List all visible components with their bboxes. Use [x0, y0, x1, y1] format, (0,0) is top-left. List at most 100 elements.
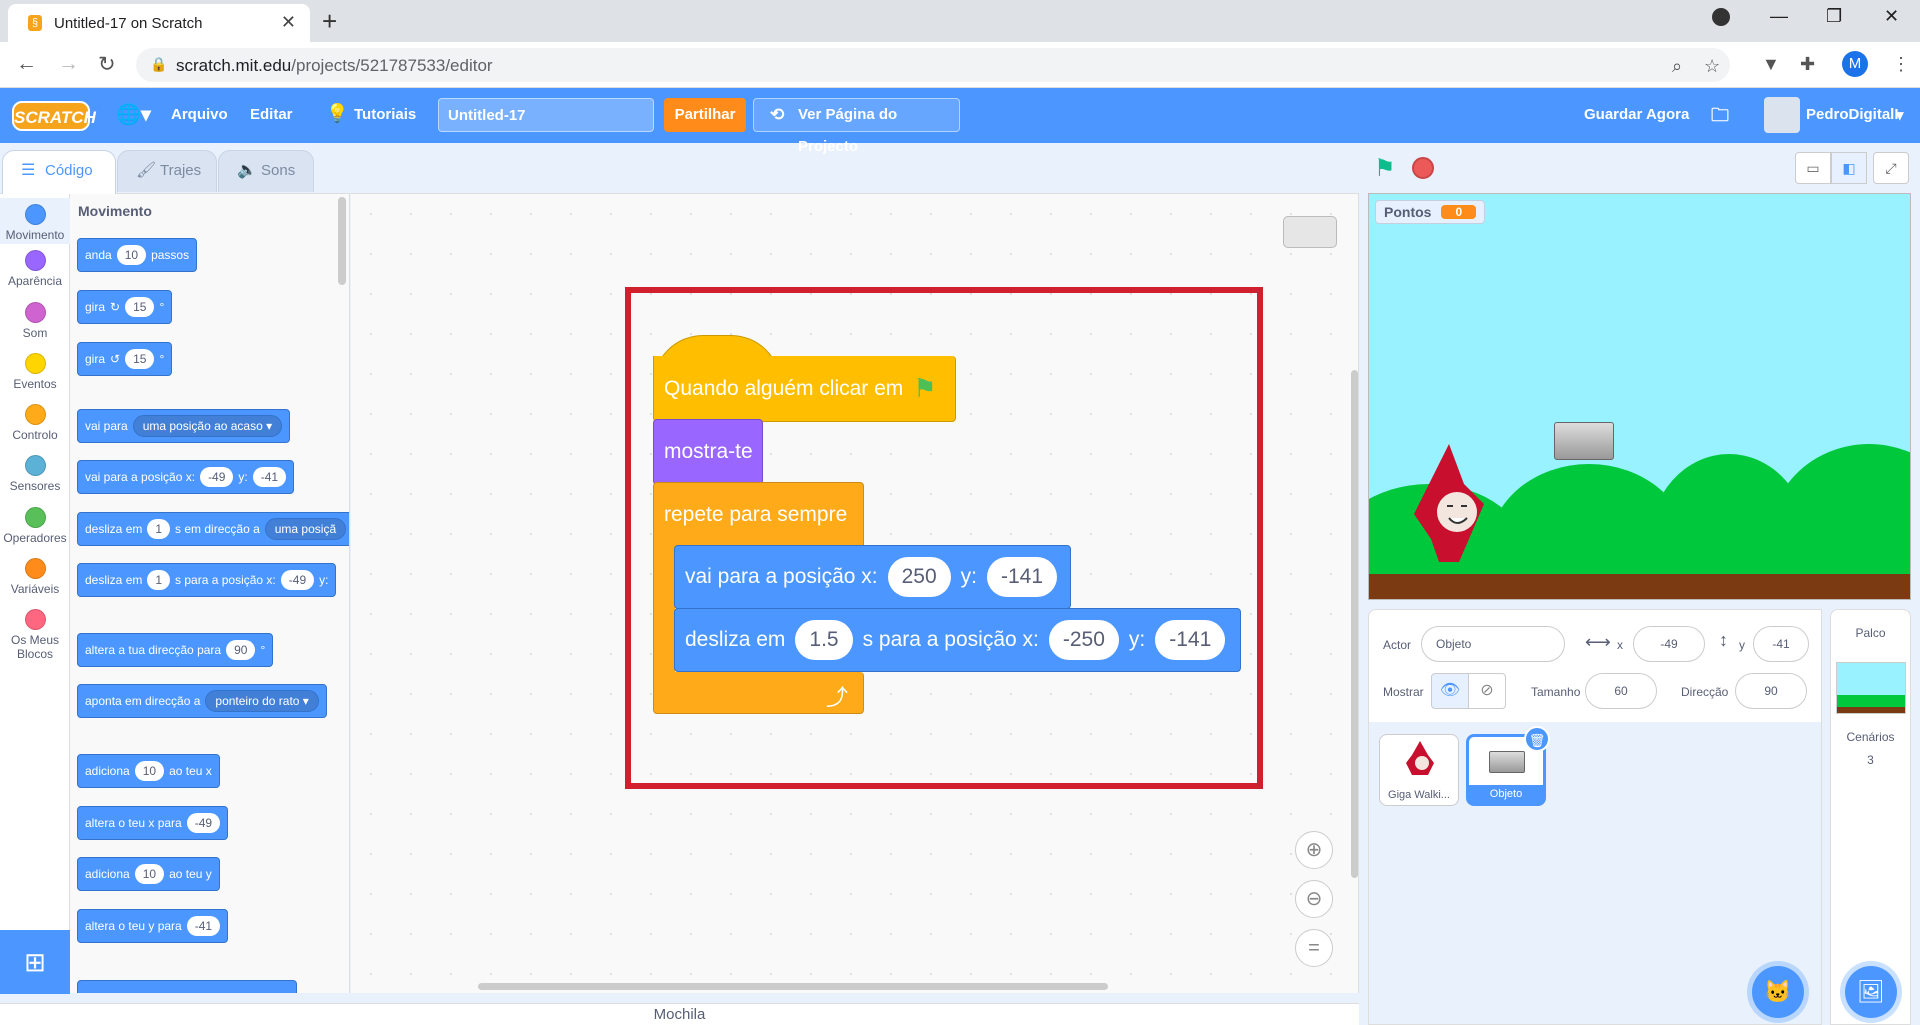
palette-block-glide-xy[interactable]: desliza em 1 s para a posição x: -49 y:	[77, 563, 337, 597]
category-operators[interactable]: Operadores	[0, 507, 70, 545]
palette-block-change-x[interactable]: adiciona 10 ao teu x	[77, 754, 220, 788]
close-window-icon[interactable]: ✕	[1884, 6, 1899, 27]
when-flag-clicked-block[interactable]: Quando alguém clicar em ⚑	[653, 356, 956, 422]
block-input[interactable]: 90	[226, 640, 256, 660]
forward-icon[interactable]: →	[58, 52, 79, 76]
tab-costumes[interactable]: 🖌 Trajes	[117, 150, 217, 192]
category-looks[interactable]: Aparência	[0, 250, 70, 288]
add-extension-button[interactable]: ⊞	[0, 930, 70, 994]
stage-selector[interactable]: Palco Cenários 3	[1830, 609, 1911, 1025]
palette-block-point-direction[interactable]: altera a tua direcção para 90 °	[77, 633, 274, 667]
block-input[interactable]: -41	[252, 467, 287, 487]
close-tab-icon[interactable]: ✕	[281, 12, 296, 33]
y-input[interactable]: -141	[1155, 620, 1226, 660]
variable-monitor[interactable]: Pontos 0	[1375, 200, 1486, 224]
menu-edit[interactable]: Editar	[250, 106, 293, 123]
palette-block-goto-xy[interactable]: vai para a posição x: -49 y: -41	[77, 460, 295, 494]
user-avatar[interactable]	[1764, 97, 1800, 133]
forever-block[interactable]: repete para sempre	[653, 482, 864, 548]
user-menu-caret-icon[interactable]: ▾	[1896, 106, 1904, 124]
extension-icon[interactable]: ▼	[1762, 54, 1780, 75]
block-input[interactable]: 10	[134, 761, 165, 781]
block-input[interactable]: 15	[125, 297, 155, 317]
browser-tab[interactable]: § Untitled-17 on Scratch ✕	[8, 4, 310, 42]
media-icon[interactable]	[1712, 8, 1730, 26]
menu-file[interactable]: Arquivo	[171, 106, 228, 123]
my-stuff-folder-icon[interactable]: 🗀	[1711, 103, 1729, 133]
category-events[interactable]: Eventos	[0, 353, 70, 391]
workspace-hscrollbar[interactable]	[478, 983, 1108, 990]
show-sprite-button[interactable]: 👁	[1431, 673, 1469, 709]
palette-block-move[interactable]: anda 10 passos	[77, 238, 198, 272]
glide-to-xy-block[interactable]: desliza em 1.5 s para a posição x: -250 …	[674, 608, 1241, 672]
palette-block-set-x[interactable]: altera o teu x para -49	[77, 806, 229, 840]
x-input[interactable]: 250	[887, 557, 951, 597]
y-input[interactable]: -141	[987, 557, 1058, 597]
normal-stage-button[interactable]: ◧	[1831, 152, 1867, 184]
show-block[interactable]: mostra-te	[653, 419, 763, 485]
x-input[interactable]: -250	[1048, 620, 1119, 660]
choose-backdrop-button[interactable]: 🖼	[1845, 966, 1897, 1018]
bookmark-star-icon[interactable]: ☆	[1704, 56, 1720, 77]
reload-icon[interactable]: ↻	[98, 52, 116, 77]
block-dropdown[interactable]: uma posiçã	[264, 518, 347, 540]
block-input[interactable]: -49	[186, 813, 221, 833]
zoom-reset-button[interactable]: =	[1295, 929, 1333, 967]
language-globe-icon[interactable]: 🌐▾	[116, 102, 151, 127]
category-sound[interactable]: Som	[0, 302, 70, 340]
tab-sounds[interactable]: 🔈 Sons	[218, 150, 314, 192]
save-now-button[interactable]: Guardar Agora	[1584, 106, 1689, 123]
back-icon[interactable]: ←	[16, 52, 37, 76]
direction-input[interactable]: 90	[1735, 673, 1807, 709]
giga-sprite[interactable]	[1409, 444, 1489, 564]
palette-block-point-towards[interactable]: aponta em direcção a ponteiro do rato ▾	[77, 684, 327, 718]
address-bar[interactable]: 🔒 scratch.mit.edu/projects/521787533/edi…	[136, 48, 1730, 82]
seconds-input[interactable]: 1.5	[795, 620, 853, 660]
palette-block-glide-random[interactable]: desliza em 1 s em direcção a uma posiçã	[77, 512, 349, 546]
profile-avatar[interactable]: M	[1842, 51, 1868, 77]
zoom-icon[interactable]: ⌕	[1672, 56, 1682, 77]
see-project-page-button[interactable]: ⟲ Ver Página do Projecto	[753, 98, 960, 155]
sprite-thumb[interactable]: Giga Walki...	[1379, 734, 1459, 806]
palette-block-change-y[interactable]: adiciona 10 ao teu y	[77, 857, 220, 891]
category-motion[interactable]: Movimento	[0, 198, 70, 244]
goto-xy-block[interactable]: vai para a posição x: 250 y: -141	[674, 545, 1071, 609]
more-menu-icon[interactable]: ⋮	[1892, 54, 1910, 75]
object-sprite[interactable]	[1554, 422, 1614, 460]
zoom-out-button[interactable]: ⊖	[1295, 880, 1333, 918]
block-input[interactable]: -41	[186, 916, 221, 936]
block-input[interactable]: -49	[200, 467, 234, 487]
choose-sprite-button[interactable]: 🐱	[1752, 966, 1804, 1018]
block-dropdown[interactable]: ponteiro do rato ▾	[205, 690, 319, 712]
project-title-input[interactable]: Untitled-17	[438, 98, 654, 132]
puzzle-icon[interactable]: ✚	[1800, 54, 1815, 75]
new-tab-icon[interactable]: +	[322, 6, 337, 37]
category-variables[interactable]: Variáveis	[0, 558, 70, 596]
x-input[interactable]: -49	[1633, 626, 1705, 662]
sprite-name-input[interactable]: Objeto	[1421, 626, 1565, 662]
block-input[interactable]: 10	[134, 864, 165, 884]
size-input[interactable]: 60	[1585, 673, 1657, 709]
fullscreen-button[interactable]: ⤢	[1873, 152, 1909, 184]
stop-button[interactable]	[1412, 157, 1434, 179]
block-input[interactable]: 1	[147, 570, 171, 590]
y-input[interactable]: -41	[1753, 626, 1809, 662]
palette-block-set-y[interactable]: altera o teu y para -41	[77, 909, 229, 943]
workspace-vscrollbar[interactable]	[1351, 370, 1358, 878]
block-input[interactable]: 10	[116, 245, 147, 265]
minimize-icon[interactable]: —	[1770, 6, 1788, 27]
delete-sprite-button[interactable]: 🗑	[1524, 726, 1550, 752]
scratch-logo[interactable]: SCRATCH	[12, 101, 96, 131]
green-flag-button[interactable]: ⚑	[1374, 154, 1396, 183]
zoom-in-button[interactable]: ⊕	[1295, 831, 1333, 869]
tab-code[interactable]: ☰ Código	[2, 150, 116, 194]
menu-tutorials[interactable]: Tutoriais	[354, 106, 416, 123]
username[interactable]: PedroDigitalI	[1806, 106, 1899, 123]
category-my-blocks[interactable]: Os Meus Blocos	[0, 609, 70, 661]
category-sensing[interactable]: Sensores	[0, 455, 70, 493]
share-button[interactable]: Partilhar	[664, 98, 746, 132]
palette-scrollbar[interactable]	[338, 197, 346, 285]
palette-block-turn-right[interactable]: gira ↻ 15 °	[77, 290, 173, 324]
backpack-bar[interactable]: Mochila	[0, 1003, 1359, 1025]
block-input[interactable]: -49	[280, 570, 315, 590]
